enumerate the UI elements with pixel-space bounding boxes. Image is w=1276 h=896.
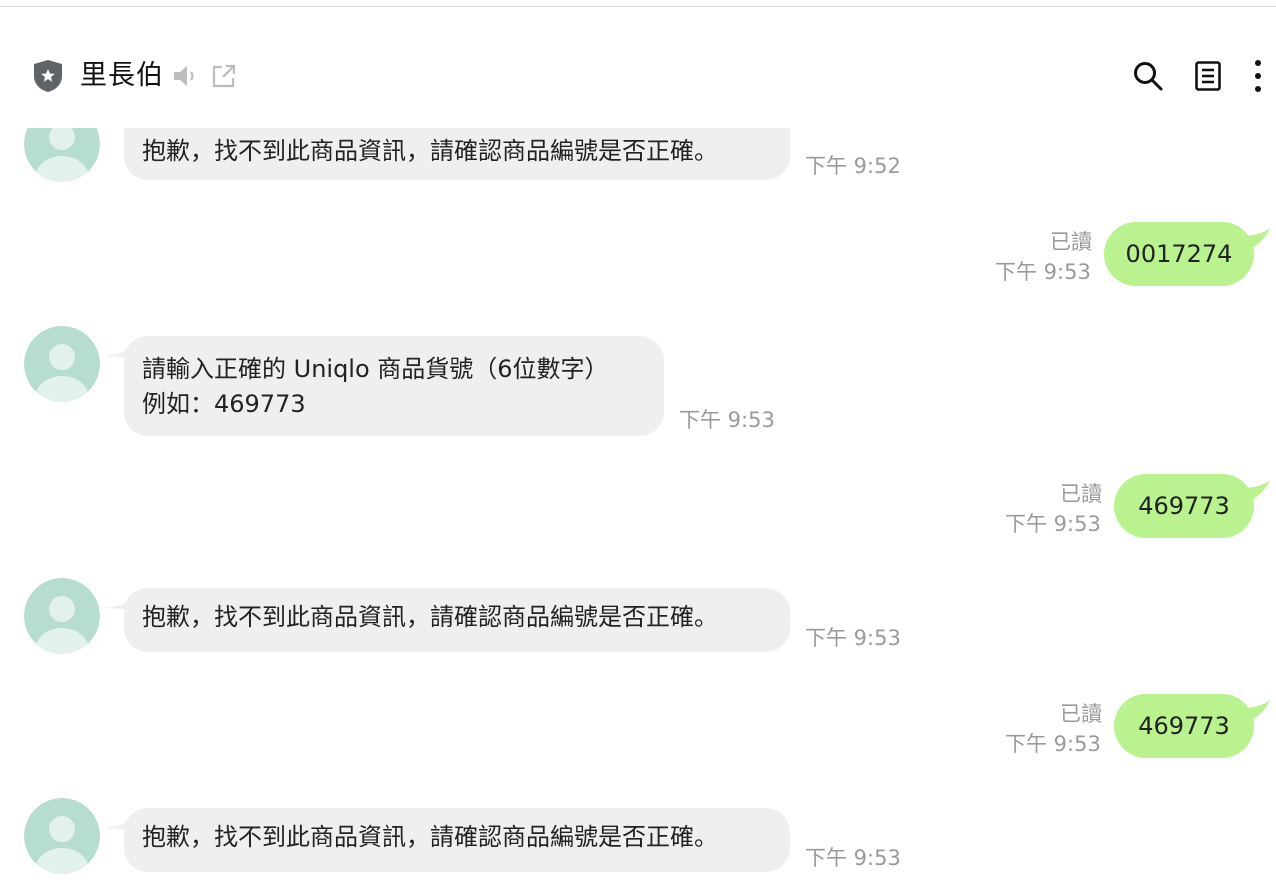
read-status: 已讀 xyxy=(1060,702,1102,726)
message-text: 例如：469773 xyxy=(142,390,306,418)
avatar[interactable] xyxy=(24,326,100,402)
message-bubble[interactable]: 抱歉，找不到此商品資訊，請確認商品編號是否正確。 xyxy=(124,808,790,872)
message-list[interactable]: 抱歉，找不到此商品資訊，請確認商品編號是否正確。 下午 9:52 已讀 下午 9… xyxy=(0,128,1276,896)
message-text: 469773 xyxy=(1138,492,1230,520)
mute-icon xyxy=(174,66,194,86)
message-bubble[interactable]: 抱歉，找不到此商品資訊，請確認商品編號是否正確。 xyxy=(124,128,790,180)
top-divider xyxy=(0,6,1276,7)
outgoing-message: 已讀 下午 9:53 469773 xyxy=(0,694,1276,758)
message-bubble[interactable]: 抱歉，找不到此商品資訊，請確認商品編號是否正確。 xyxy=(124,588,790,652)
shield-icon xyxy=(34,60,62,92)
message-bubble[interactable]: 請輸入正確的 Uniqlo 商品貨號（6位數字） 例如：469773 xyxy=(124,336,664,436)
read-status: 已讀 xyxy=(1060,482,1102,506)
message-time: 下午 9:53 xyxy=(805,626,901,650)
more-icon[interactable] xyxy=(1250,58,1266,94)
message-text: 抱歉，找不到此商品資訊，請確認商品編號是否正確。 xyxy=(142,137,718,165)
incoming-message: 抱歉，找不到此商品資訊，請確認商品編號是否正確。 下午 9:52 xyxy=(0,128,1276,184)
avatar[interactable] xyxy=(24,128,100,182)
message-text: 0017274 xyxy=(1125,240,1233,268)
message-time: 下午 9:53 xyxy=(679,408,775,432)
message-text: 請輸入正確的 Uniqlo 商品貨號（6位數字） xyxy=(142,355,609,383)
outgoing-message: 已讀 下午 9:53 469773 xyxy=(0,474,1276,538)
message-text: 469773 xyxy=(1138,712,1230,740)
message-bubble[interactable]: 0017274 xyxy=(1104,222,1254,286)
message-time: 下午 9:52 xyxy=(805,154,901,178)
message-bubble[interactable]: 469773 xyxy=(1114,694,1254,758)
chat-header: 里長伯 xyxy=(0,40,1276,110)
message-time: 下午 9:53 xyxy=(805,846,901,870)
message-text: 抱歉，找不到此商品資訊，請確認商品編號是否正確。 xyxy=(142,823,718,851)
incoming-message: 抱歉，找不到此商品資訊，請確認商品編號是否正確。 下午 9:53 xyxy=(0,798,1276,878)
message-time: 下午 9:53 xyxy=(1005,732,1101,756)
message-time: 下午 9:53 xyxy=(1005,512,1101,536)
message-time: 下午 9:53 xyxy=(995,260,1091,284)
chat-title: 里長伯 xyxy=(80,60,164,91)
message-bubble[interactable]: 469773 xyxy=(1114,474,1254,538)
incoming-message: 抱歉，找不到此商品資訊，請確認商品編號是否正確。 下午 9:53 xyxy=(0,578,1276,658)
external-link-icon[interactable] xyxy=(210,62,238,90)
read-status: 已讀 xyxy=(1050,230,1092,254)
message-text: 抱歉，找不到此商品資訊，請確認商品編號是否正確。 xyxy=(142,603,718,631)
avatar[interactable] xyxy=(24,798,100,874)
outgoing-message: 已讀 下午 9:53 0017274 xyxy=(0,222,1276,286)
incoming-message: 請輸入正確的 Uniqlo 商品貨號（6位數字） 例如：469773 下午 9:… xyxy=(0,326,1276,438)
avatar[interactable] xyxy=(24,578,100,654)
notes-icon[interactable] xyxy=(1194,60,1222,92)
search-icon[interactable] xyxy=(1132,60,1164,92)
